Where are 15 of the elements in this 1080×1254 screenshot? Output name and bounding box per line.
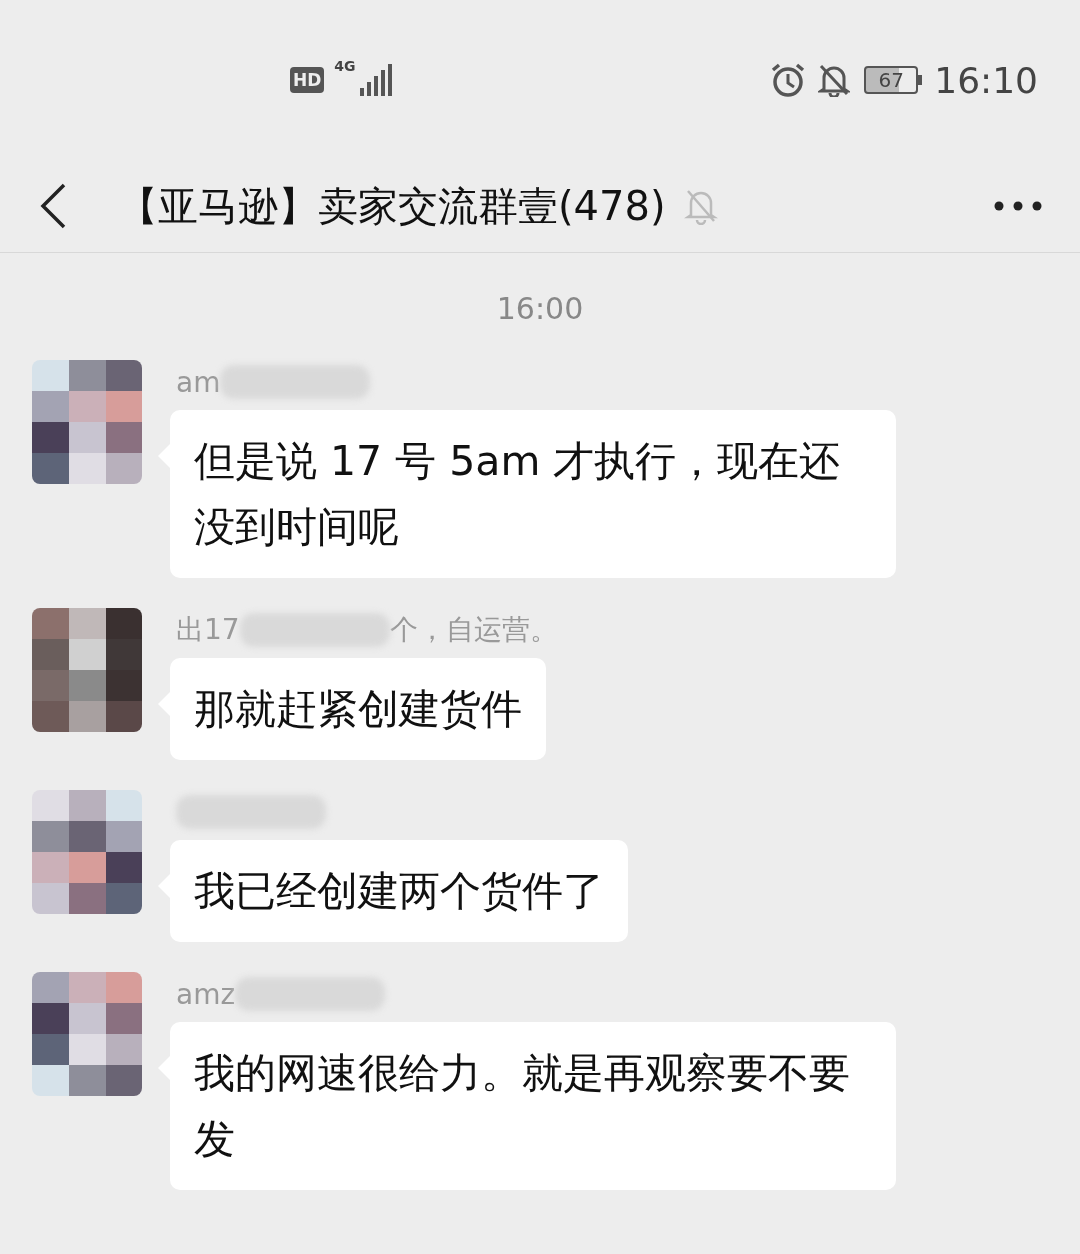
- signal-icon: [357, 64, 392, 96]
- clock-time: 16:10: [934, 59, 1038, 101]
- sender-name: amz: [176, 977, 236, 1011]
- sender-name: 个，自运营。: [389, 612, 558, 648]
- message-timestamp: 16:00: [495, 291, 585, 326]
- alarm-icon: [770, 62, 807, 98]
- more-button[interactable]: [994, 201, 1042, 211]
- chat-title: 【亚马逊】卖家交流群壹(478): [118, 181, 666, 231]
- hd-badge: HD: [290, 67, 325, 93]
- sender-name: 出17: [176, 612, 240, 648]
- sender-name: am: [176, 365, 221, 399]
- battery-icon: 67: [864, 66, 919, 94]
- back-button[interactable]: [38, 182, 68, 230]
- mute-bell-icon: [818, 63, 851, 97]
- network-label: 4G: [334, 58, 356, 74]
